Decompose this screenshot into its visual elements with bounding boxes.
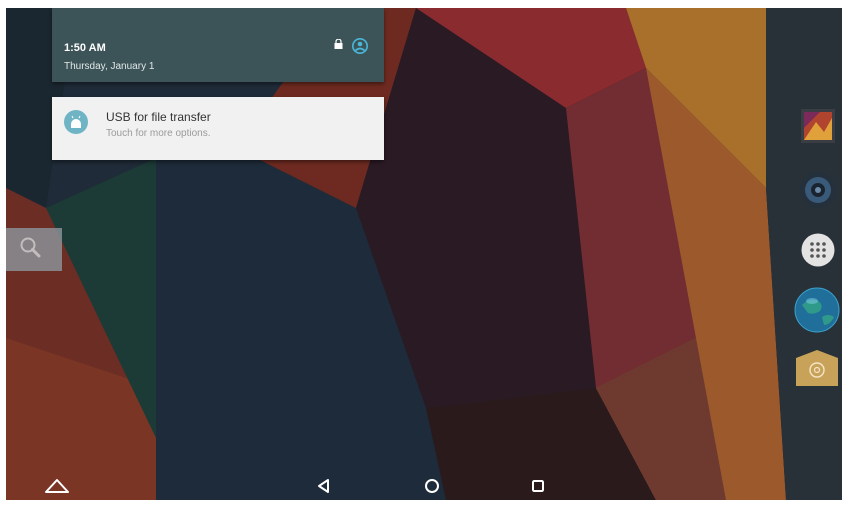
back-icon[interactable]: [312, 475, 336, 497]
clock: 1:50 AM: [64, 42, 106, 54]
search-icon: [20, 237, 41, 258]
device-screen: 1:50 AM Thursday, January 1 USB for file…: [6, 8, 842, 500]
android-icon: [64, 110, 88, 134]
lock-icon: [334, 39, 343, 49]
apps-grid-icon[interactable]: [801, 233, 835, 267]
search-button[interactable]: [6, 228, 62, 271]
notification-shade-header[interactable]: 1:50 AM Thursday, January 1: [52, 8, 384, 82]
date: Thursday, January 1: [64, 61, 155, 72]
notification-title: USB for file transfer: [106, 110, 211, 124]
recents-icon[interactable]: [526, 475, 550, 497]
home-up-icon[interactable]: [42, 475, 72, 497]
speaker-icon[interactable]: [799, 171, 837, 209]
contacts-icon[interactable]: [794, 350, 840, 388]
globe-icon[interactable]: [794, 287, 840, 333]
user-icon[interactable]: [352, 38, 368, 54]
notification-subtitle: Touch for more options.: [106, 128, 211, 139]
navigation-bar: [6, 470, 842, 500]
gallery-icon[interactable]: [800, 108, 836, 144]
home-icon[interactable]: [420, 475, 444, 497]
usb-notification[interactable]: USB for file transfer Touch for more opt…: [52, 97, 384, 160]
